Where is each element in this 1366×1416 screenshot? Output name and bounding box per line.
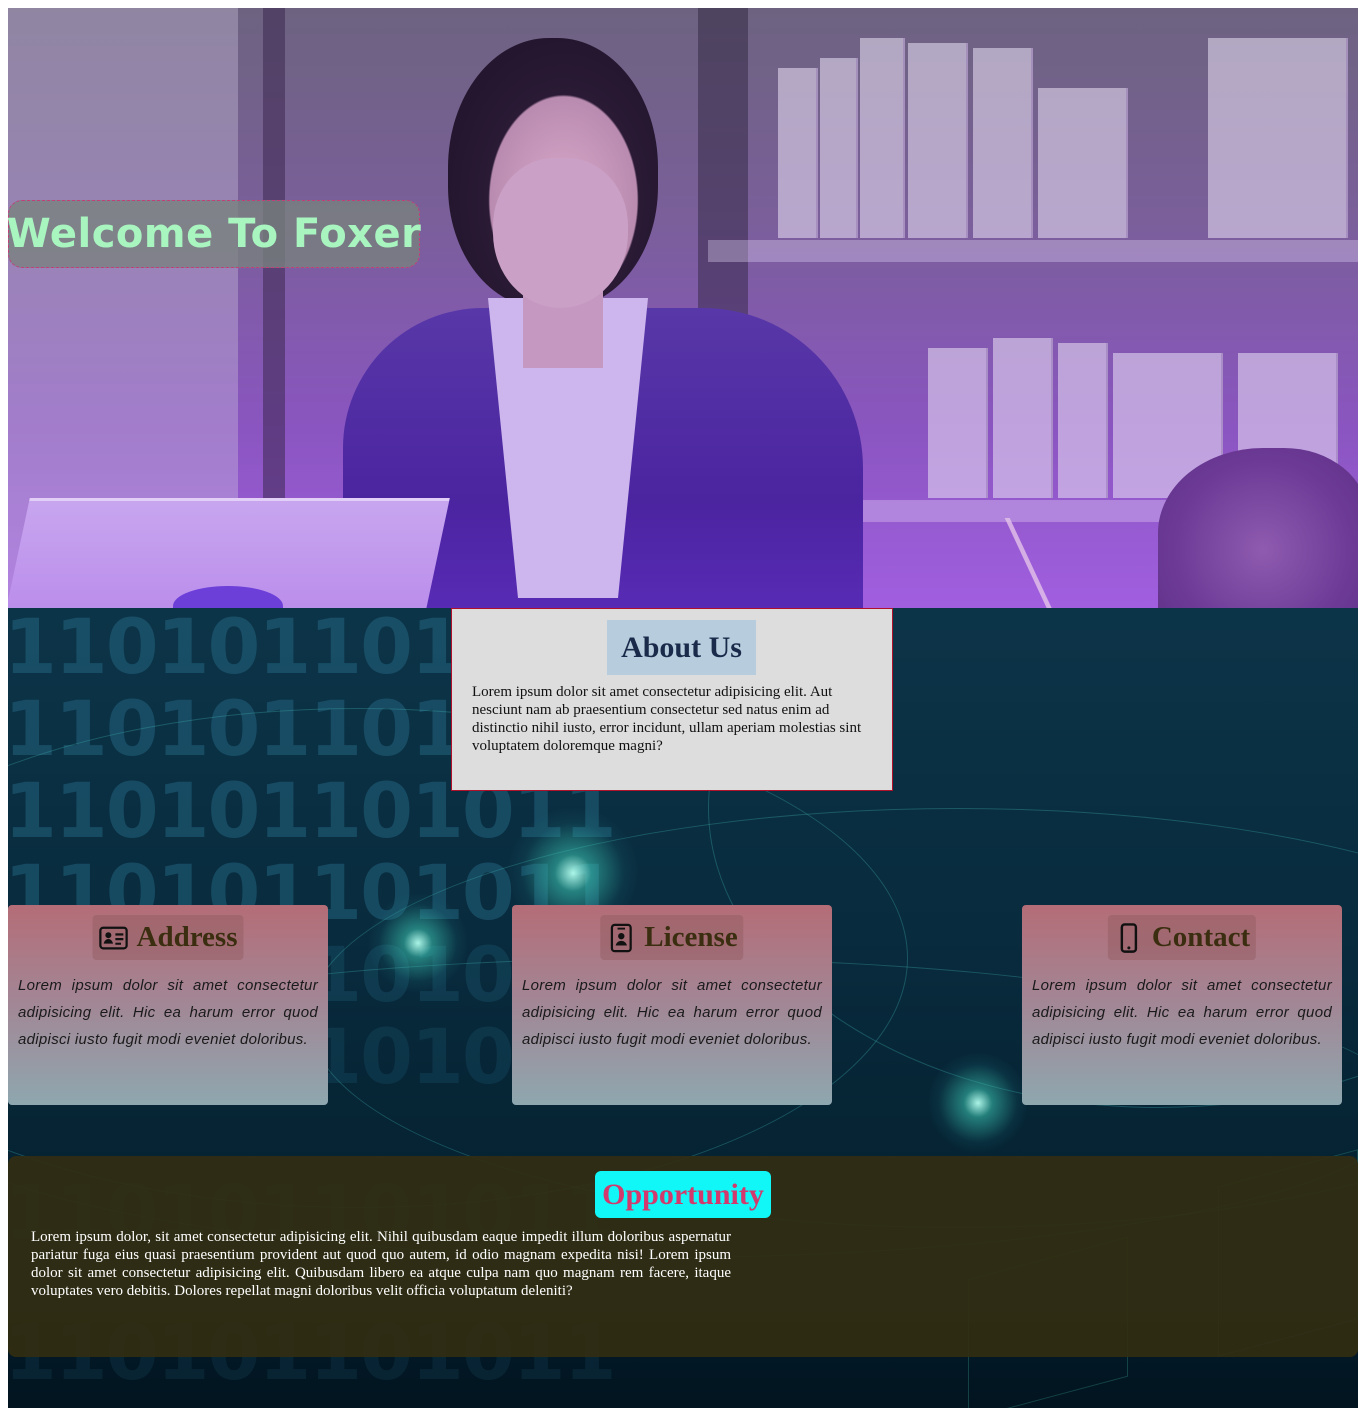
- main-section: 110101101011 110101101011 110101101011 1…: [8, 608, 1358, 1408]
- hero-photo-pencils: [1004, 518, 1132, 608]
- hero-background-book: [778, 68, 818, 238]
- address-card-text: Lorem ipsum dolor sit amet consectetur a…: [18, 977, 318, 1048]
- hero-background-book: [820, 58, 858, 238]
- mobile-phone-icon: [1120, 922, 1138, 953]
- hero-banner: [8, 8, 1358, 608]
- hero-photo-person-face: [493, 158, 628, 308]
- hero-background-book: [1038, 88, 1128, 238]
- contact-card-text: Lorem ipsum dolor sit amet consectetur a…: [1032, 977, 1332, 1048]
- address-card-title: Address: [136, 921, 238, 953]
- id-card-icon: [99, 926, 128, 949]
- about-title: About Us: [607, 620, 756, 675]
- opportunity-section: Opportunity Lorem ipsum dolor, sit amet …: [8, 1156, 1358, 1357]
- address-card-heading: Address: [92, 915, 244, 960]
- opportunity-text: Lorem ipsum dolor, sit amet consectetur …: [31, 1229, 731, 1299]
- about-text: Lorem ipsum dolor sit amet consectetur a…: [472, 684, 862, 754]
- hero-photo-plant: [1158, 448, 1358, 608]
- hero-background-book: [928, 348, 988, 498]
- address-card: Address Lorem ipsum dolor sit amet conse…: [8, 905, 328, 1105]
- contact-card: Contact Lorem ipsum dolor sit amet conse…: [1022, 905, 1342, 1105]
- hero-background-book: [993, 338, 1053, 498]
- license-card: License Lorem ipsum dolor sit amet conse…: [512, 905, 832, 1105]
- hero-background-book: [973, 48, 1033, 238]
- hero-background-book: [908, 43, 968, 238]
- hero-background-book: [860, 38, 905, 238]
- contact-card-heading: Contact: [1107, 915, 1257, 960]
- background-glow-node: [368, 893, 468, 993]
- contact-card-title: Contact: [1151, 921, 1251, 953]
- license-card-heading: License: [600, 915, 744, 960]
- welcome-banner: Welcome To Foxer: [6, 200, 422, 268]
- about-section: About Us Lorem ipsum dolor sit amet cons…: [451, 608, 893, 791]
- welcome-title: Welcome To Foxer: [6, 211, 422, 257]
- license-card-title: License: [644, 921, 738, 953]
- hero-background-book: [1208, 38, 1348, 238]
- hero-background-shelf: [708, 240, 1358, 262]
- opportunity-title: Opportunity: [595, 1171, 771, 1218]
- background-glow-node: [928, 1053, 1028, 1153]
- hero-background-book: [1058, 343, 1108, 498]
- license-card-text: Lorem ipsum dolor sit amet consectetur a…: [522, 977, 822, 1048]
- badge-icon: [610, 923, 632, 952]
